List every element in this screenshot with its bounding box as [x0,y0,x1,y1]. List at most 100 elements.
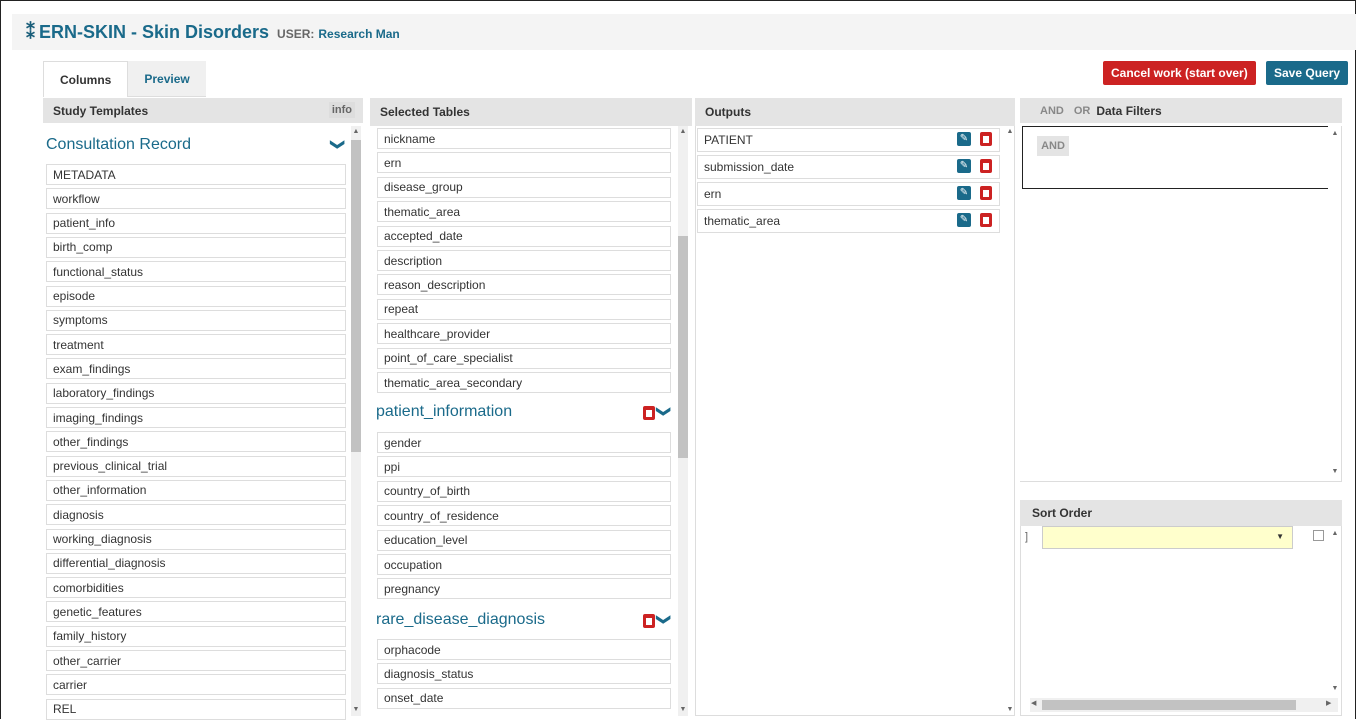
output-label: submission_date [704,160,795,174]
chevron-down-icon[interactable]: ❯ [329,139,346,151]
user-name[interactable]: Research Man [318,27,399,41]
output-label: ern [704,187,722,201]
and-toggle[interactable]: AND [1040,105,1064,117]
scroll-down-icon[interactable]: ▼ [351,706,361,713]
selected-tables-scroll-thumb[interactable] [678,236,688,458]
selected-table-item[interactable]: country_of_residence [377,505,671,527]
edit-icon[interactable]: ✎ [957,132,971,146]
study-template-item[interactable]: family_history [46,625,346,647]
study-template-item[interactable]: patient_info [46,212,346,234]
sort-order-header: Sort Order [1020,500,1342,526]
study-templates-scroll-thumb[interactable] [351,140,361,452]
scroll-down-icon[interactable]: ▼ [1330,685,1340,692]
selected-table-item[interactable]: healthcare_provider [377,323,671,345]
study-template-item[interactable]: episode [46,285,346,307]
study-template-item[interactable]: differential_diagnosis [46,552,346,574]
study-template-item[interactable]: birth_comp [46,236,346,258]
study-template-item[interactable]: genetic_features [46,601,346,623]
selected-table-item[interactable]: disease_group [377,176,671,198]
output-row[interactable]: ern [697,182,1000,206]
study-template-item[interactable]: REL [46,698,346,720]
trash-icon[interactable] [980,213,992,227]
sort-order-hscroll-thumb[interactable] [1042,700,1296,710]
selected-table-item[interactable]: diagnosis_status [377,663,671,685]
tab-preview[interactable]: Preview [128,61,206,97]
trash-icon[interactable] [980,186,992,200]
selected-table-item[interactable]: repeat [377,298,671,320]
scroll-down-icon[interactable]: ▼ [678,706,688,713]
selected-table-item[interactable]: orphacode [377,639,671,660]
scroll-up-icon[interactable]: ▲ [351,128,361,135]
save-query-button[interactable]: Save Query [1266,61,1349,85]
output-label: PATIENT [704,133,753,147]
study-template-item[interactable]: previous_clinical_trial [46,455,346,477]
selected-table-item[interactable]: thematic_area [377,201,671,223]
scroll-up-icon[interactable]: ▲ [678,128,688,135]
tab-bar: Columns Preview [43,61,206,97]
selected-table-item[interactable]: country_of_birth [377,480,671,502]
study-template-item[interactable]: treatment [46,334,346,356]
sort-desc-checkbox[interactable] [1313,530,1324,541]
trash-icon[interactable] [980,159,992,173]
selected-tables-header: Selected Tables [370,98,692,126]
study-template-item[interactable]: imaging_findings [46,407,346,428]
sort-field-select[interactable]: ▼ [1042,526,1293,549]
trash-icon[interactable] [643,406,655,420]
study-template-item[interactable]: workflow [46,188,346,210]
study-template-item[interactable]: other_information [46,479,346,501]
info-button[interactable]: info [328,102,355,118]
study-template-item[interactable]: other_findings [46,431,346,453]
scroll-up-icon[interactable]: ▲ [1330,130,1340,137]
selected-table-item[interactable]: gender [377,432,671,453]
study-template-item[interactable]: laboratory_findings [46,382,346,404]
study-template-item[interactable]: METADATA [46,164,346,185]
selected-table-item[interactable]: education_level [377,529,671,551]
study-template-item[interactable]: other_carrier [46,650,346,671]
trash-icon[interactable] [643,614,655,628]
tab-columns[interactable]: Columns [43,61,129,97]
selected-table-item[interactable]: ppi [377,456,671,478]
filter-group-and-badge[interactable]: AND [1037,136,1069,156]
selected-table-item[interactable]: thematic_area_secondary [377,372,671,393]
edit-icon[interactable]: ✎ [957,159,971,173]
trash-icon[interactable] [980,132,992,146]
selected-table-item[interactable]: occupation [377,554,671,575]
output-row[interactable]: thematic_area [697,209,1000,233]
selected-tables-title: Selected Tables [380,105,470,119]
group-title-patient-information[interactable]: patient_information [376,403,512,421]
edit-icon[interactable]: ✎ [957,213,971,227]
group-title-consultation-record[interactable]: Consultation Record [46,136,191,154]
or-toggle[interactable]: OR [1074,105,1091,117]
output-row[interactable]: submission_date [697,155,1000,179]
selected-table-item[interactable]: pregnancy [377,578,671,600]
selected-table-item[interactable]: accepted_date [377,225,671,247]
scroll-down-icon[interactable]: ▼ [1005,706,1015,713]
selected-table-item[interactable]: description [377,250,671,271]
edit-icon[interactable]: ✎ [957,186,971,200]
selected-table-item[interactable]: point_of_care_specialist [377,347,671,369]
study-template-item[interactable]: diagnosis [46,504,346,526]
selected-table-item[interactable]: reason_description [377,274,671,296]
study-template-item[interactable]: functional_status [46,261,346,283]
study-template-item[interactable]: working_diagnosis [46,528,346,550]
scroll-up-icon[interactable]: ▲ [1005,128,1015,135]
selected-table-item[interactable]: onset_date [377,687,671,709]
scroll-left-icon[interactable]: ◀ [1031,699,1036,707]
scroll-down-icon[interactable]: ▼ [1330,468,1340,475]
study-template-item[interactable]: comorbidities [46,577,346,599]
cancel-work-button[interactable]: Cancel work (start over) [1103,61,1256,85]
selected-table-item[interactable]: ern [377,152,671,174]
study-template-item[interactable]: carrier [46,674,346,696]
scroll-right-icon[interactable]: ▶ [1326,699,1331,707]
outputs-title: Outputs [705,105,751,119]
sort-bracket: ] [1025,531,1029,543]
study-template-item[interactable]: symptoms [46,309,346,331]
chevron-down-icon[interactable]: ❯ [655,614,672,626]
data-filters-title: Data Filters [1096,103,1162,118]
group-title-rare-disease-diagnosis[interactable]: rare_disease_diagnosis [376,611,545,629]
scroll-up-icon[interactable]: ▲ [1330,530,1340,537]
chevron-down-icon[interactable]: ❯ [655,406,672,418]
study-template-item[interactable]: exam_findings [46,358,346,380]
selected-table-item[interactable]: nickname [377,128,671,149]
output-row[interactable]: PATIENT [697,128,1000,152]
